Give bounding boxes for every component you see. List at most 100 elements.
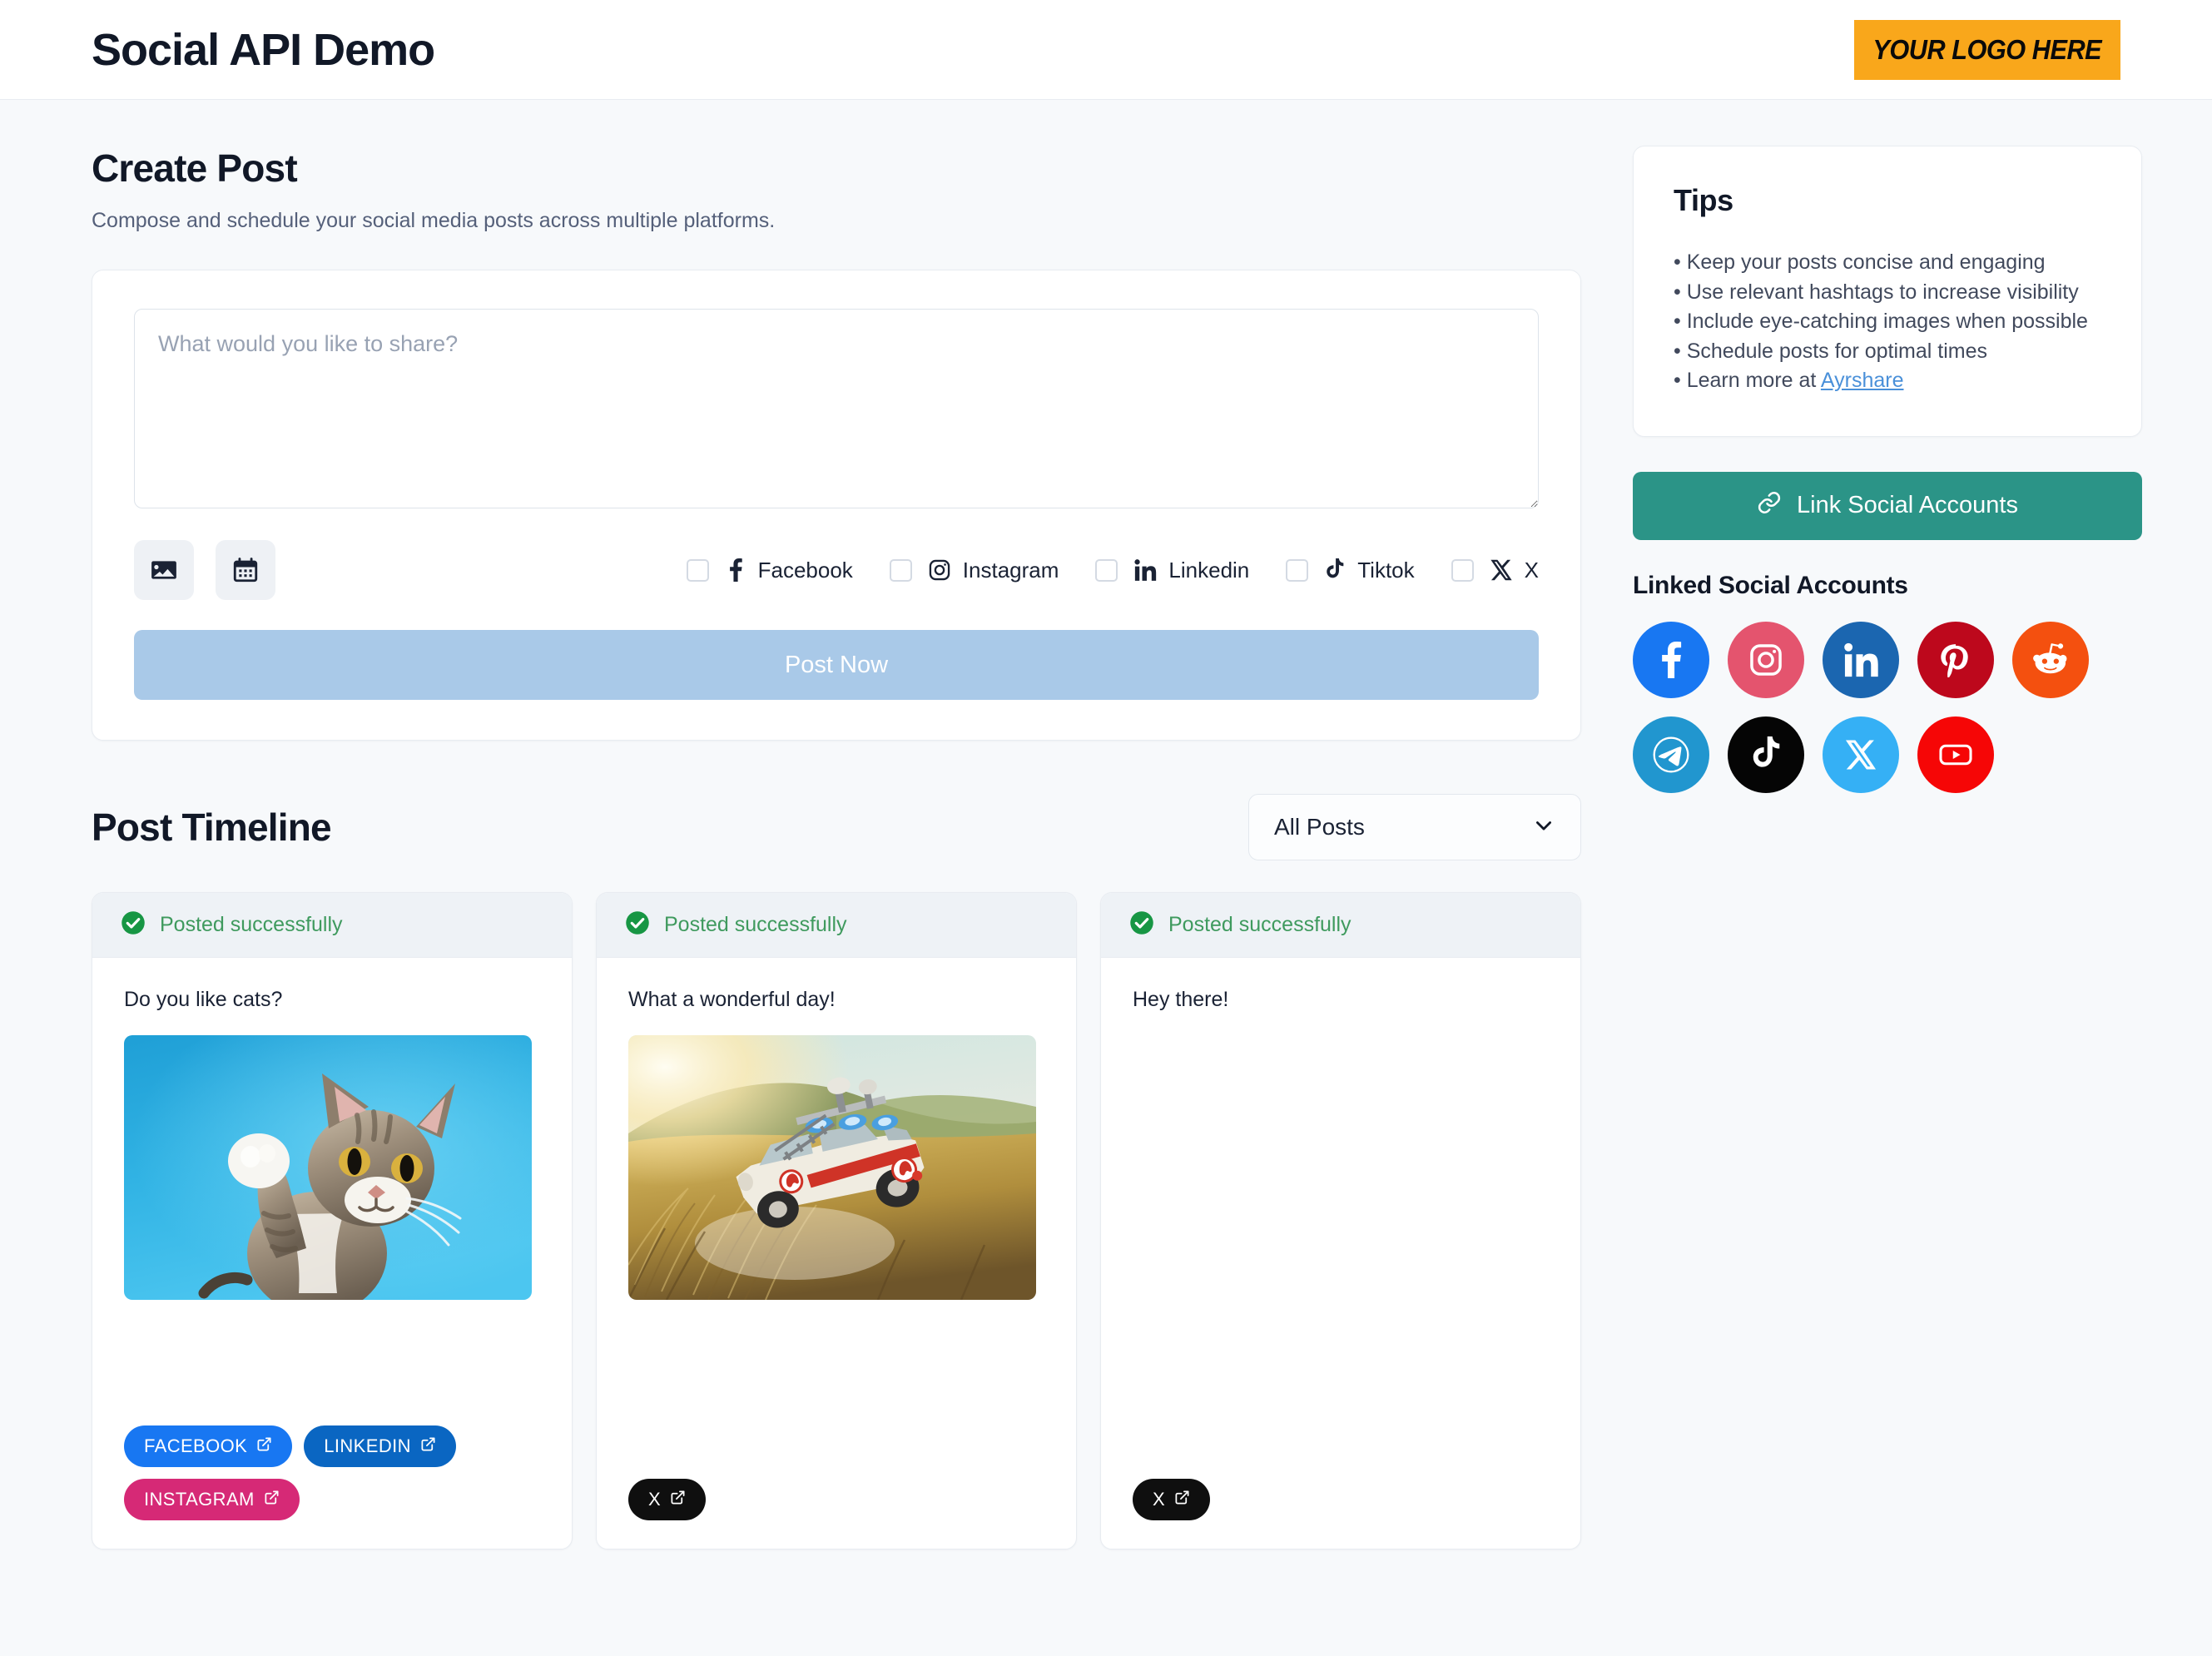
platform-checkbox-linkedin[interactable]: Linkedin (1095, 558, 1249, 583)
post-badge-x[interactable]: X (1133, 1479, 1210, 1520)
post-platform-badges: FACEBOOK LINKEDIN (92, 1425, 572, 1549)
platform-label-x: X (1525, 558, 1539, 583)
external-link-icon (256, 1435, 272, 1457)
tip-item: • Schedule posts for optimal times (1674, 337, 2101, 367)
facebook-icon (725, 558, 746, 582)
platform-checkbox-x[interactable]: X (1451, 558, 1539, 583)
instagram-checkbox-input[interactable] (890, 559, 912, 582)
link-icon (1757, 490, 1782, 522)
post-badge-linkedin[interactable]: LINKEDIN (304, 1425, 456, 1467)
youtube-icon (1937, 736, 1975, 774)
create-post-heading: Create Post (92, 146, 1581, 191)
post-cards-list: Posted successfully Do you like cats? (92, 892, 1581, 1549)
post-card-body: Hey there! (1101, 958, 1580, 1479)
logo-text: YOUR LOGO HERE (1873, 34, 2102, 66)
external-link-icon (1174, 1489, 1190, 1510)
linkedin-icon (1843, 642, 1879, 678)
social-account-instagram[interactable] (1728, 622, 1804, 698)
calendar-icon (231, 556, 260, 584)
timeline-header: Post Timeline All Posts (92, 794, 1581, 860)
ayrshare-link[interactable]: Ayrshare (1821, 369, 1904, 392)
tips-list: • Keep your posts concise and engaging •… (1674, 248, 2101, 396)
post-text: Hey there! (1133, 988, 1549, 1012)
platform-checkbox-instagram[interactable]: Instagram (890, 558, 1059, 583)
main-column: Create Post Compose and schedule your so… (92, 146, 1581, 1549)
platform-label-linkedin: Linkedin (1168, 558, 1249, 583)
platform-checkbox-tiktok[interactable]: Tiktok (1286, 558, 1414, 583)
tiktok-icon (1324, 558, 1346, 582)
linked-accounts-title: Linked Social Accounts (1633, 572, 2142, 600)
post-badge-label: INSTAGRAM (144, 1489, 255, 1510)
x-checkbox-input[interactable] (1451, 559, 1474, 582)
linkedin-icon (1133, 558, 1157, 582)
check-circle-icon (625, 910, 650, 940)
linked-accounts-grid (1633, 622, 2099, 793)
post-card: Posted successfully Hey there! X (1100, 892, 1581, 1549)
status-badge: Posted successfully (597, 893, 1076, 958)
linkedin-checkbox-input[interactable] (1095, 559, 1118, 582)
x-icon (1490, 558, 1513, 582)
post-filter-value: All Posts (1274, 814, 1365, 840)
schedule-button[interactable] (216, 540, 275, 600)
page-content: Create Post Compose and schedule your so… (0, 100, 2212, 1549)
social-account-x[interactable] (1823, 716, 1899, 793)
social-account-telegram[interactable] (1633, 716, 1709, 793)
social-account-youtube[interactable] (1917, 716, 1994, 793)
post-card: Posted successfully Do you like cats? (92, 892, 573, 1549)
post-text: What a wonderful day! (628, 988, 1044, 1012)
post-content-input[interactable] (134, 309, 1539, 508)
x-icon (1844, 738, 1877, 771)
status-text: Posted successfully (664, 913, 847, 937)
tip-prefix: • Learn more at (1674, 369, 1821, 392)
attach-image-button[interactable] (134, 540, 194, 600)
social-account-linkedin[interactable] (1823, 622, 1899, 698)
post-now-button[interactable]: Post Now (134, 630, 1539, 700)
sidebar: Tips • Keep your posts concise and engag… (1633, 146, 2142, 1549)
check-circle-icon (121, 910, 146, 940)
post-media-ecto1-car-photo (628, 1035, 1036, 1300)
external-link-icon (420, 1435, 436, 1457)
post-platform-badges: X (597, 1479, 1076, 1549)
post-media-cat-photo (124, 1035, 532, 1300)
reddit-icon (2032, 642, 2069, 678)
post-timeline-heading: Post Timeline (92, 805, 331, 850)
tip-item: • Keep your posts concise and engaging (1674, 248, 2101, 278)
facebook-checkbox-input[interactable] (687, 559, 709, 582)
post-platform-badges: X (1101, 1479, 1580, 1549)
post-badge-facebook[interactable]: FACEBOOK (124, 1425, 292, 1467)
post-badge-label: FACEBOOK (144, 1435, 247, 1457)
social-account-reddit[interactable] (2012, 622, 2089, 698)
post-text: Do you like cats? (124, 988, 540, 1012)
instagram-icon (928, 558, 951, 582)
post-filter-select[interactable]: All Posts (1248, 794, 1581, 860)
post-badge-label: X (1153, 1489, 1165, 1510)
chevron-down-icon (1532, 814, 1555, 841)
app-header: Social API Demo YOUR LOGO HERE (0, 0, 2212, 100)
link-social-accounts-button[interactable]: Link Social Accounts (1633, 472, 2142, 540)
post-badge-instagram[interactable]: INSTAGRAM (124, 1479, 300, 1520)
composer-card: Facebook Instagram (92, 270, 1581, 741)
tips-title: Tips (1674, 183, 2101, 218)
platform-label-instagram: Instagram (963, 558, 1059, 583)
post-card-body: What a wonderful day! (597, 958, 1076, 1479)
post-badge-label: X (648, 1489, 661, 1510)
post-card-body: Do you like cats? (92, 958, 572, 1425)
facebook-icon (1658, 642, 1684, 678)
tiktok-icon (1750, 736, 1782, 773)
external-link-icon (670, 1489, 686, 1510)
post-card: Posted successfully What a wonderful day… (596, 892, 1077, 1549)
social-account-tiktok[interactable] (1728, 716, 1804, 793)
pinterest-icon (1938, 642, 1973, 677)
instagram-icon (1748, 642, 1784, 678)
composer-toolbar: Facebook Instagram (134, 540, 1539, 600)
logo: YOUR LOGO HERE (1854, 20, 2120, 80)
status-text: Posted successfully (1168, 913, 1352, 937)
social-account-facebook[interactable] (1633, 622, 1709, 698)
page-title: Social API Demo (92, 24, 434, 76)
platform-label-facebook: Facebook (758, 558, 853, 583)
tiktok-checkbox-input[interactable] (1286, 559, 1308, 582)
platform-checkbox-facebook[interactable]: Facebook (687, 558, 853, 583)
link-social-accounts-label: Link Social Accounts (1797, 492, 2018, 519)
post-badge-x[interactable]: X (628, 1479, 706, 1520)
social-account-pinterest[interactable] (1917, 622, 1994, 698)
